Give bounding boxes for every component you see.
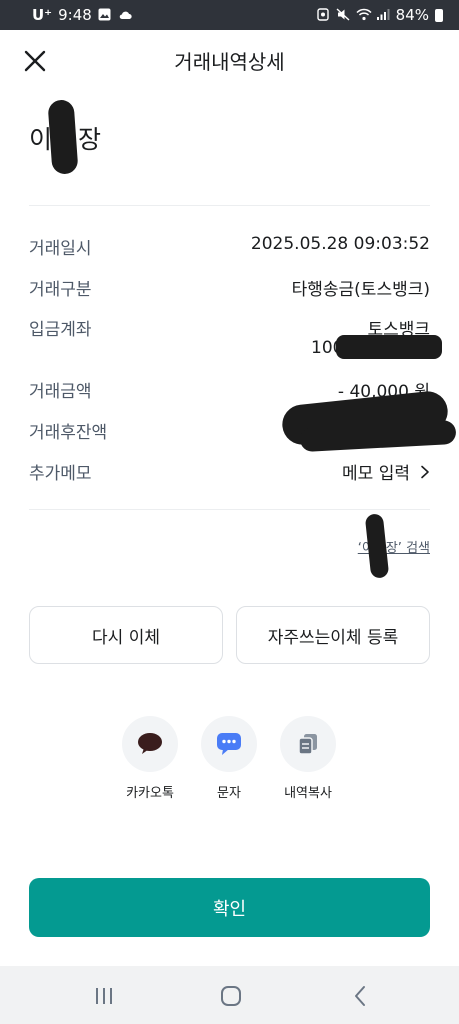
detail-label: 거래금액 [29, 382, 92, 402]
chevron-right-icon [421, 465, 429, 478]
detail-label: 거래일시 [29, 239, 92, 259]
detail-label: 추가메모 [29, 464, 92, 484]
page-title: 거래내역상세 [174, 50, 285, 74]
carrier-label: U⁺ [32, 6, 53, 24]
share-icon-circle [280, 716, 336, 772]
detail-label: 입금계좌 [29, 320, 92, 340]
message-icon [217, 733, 241, 755]
system-nav-bar [0, 966, 459, 1024]
mute-icon [336, 8, 350, 22]
redaction-mark [336, 335, 442, 359]
status-right: 84% [316, 6, 443, 24]
battery-percent: 84% [395, 6, 429, 24]
memo-input-link[interactable]: 메모 입력 [342, 459, 430, 484]
signal-icon [376, 8, 390, 22]
clock: 9:48 [58, 6, 92, 24]
recent-apps-button[interactable] [92, 984, 116, 1008]
security-icon [316, 8, 330, 22]
retransfer-label: 다시 이체 [92, 627, 160, 648]
recent-apps-icon [96, 988, 112, 1004]
cloud-icon [118, 8, 132, 22]
detail-value: 타행송금(토스뱅크) [291, 280, 430, 300]
register-frequent-button[interactable]: 자주쓰는이체 등록 [236, 606, 430, 664]
share-label: 카카오톡 [126, 786, 174, 801]
share-label: 내역복사 [284, 786, 332, 801]
confirm-label: 확인 [212, 898, 247, 920]
gallery-icon [98, 8, 112, 22]
redaction-mark [364, 513, 390, 579]
speech-bubble-icon [138, 733, 162, 754]
home-button[interactable] [219, 984, 243, 1008]
back-icon [355, 986, 365, 1006]
detail-label: 거래구분 [29, 280, 92, 300]
share-sms-button[interactable]: 문자 [189, 716, 269, 801]
share-icon-circle [201, 716, 257, 772]
home-icon [221, 986, 241, 1006]
battery-icon [435, 8, 443, 22]
confirm-button[interactable]: 확인 [29, 878, 430, 937]
register-frequent-label: 자주쓰는이체 등록 [267, 627, 399, 648]
share-kakaotalk-button[interactable]: 카카오톡 [110, 716, 190, 801]
retransfer-button[interactable]: 다시 이체 [29, 606, 223, 664]
status-bar: U⁺ 9:48 84% [0, 0, 459, 30]
search-link-suffix: 장’ 검색 [385, 541, 430, 556]
detail-row-datetime: 거래일시 2025.05.28 09:03:52 [29, 234, 430, 259]
recipient-name-suffix: 장 [78, 125, 102, 154]
detail-label: 거래후잔액 [29, 423, 108, 443]
detail-row-type: 거래구분 타행송금(토스뱅크) [29, 275, 430, 300]
status-left: U⁺ 9:48 [32, 6, 132, 24]
back-button[interactable] [349, 984, 373, 1008]
wifi-icon [356, 8, 372, 22]
share-label: 문자 [217, 786, 241, 801]
share-icon-circle [122, 716, 178, 772]
detail-value: 2025.05.28 09:03:52 [250, 234, 430, 254]
share-copy-button[interactable]: 내역복사 [268, 716, 348, 801]
divider [29, 205, 430, 206]
copy-icon [298, 734, 317, 755]
redaction-mark [47, 99, 79, 175]
divider [29, 509, 430, 510]
header: 거래내역상세 [0, 30, 459, 90]
memo-input-label: 메모 입력 [342, 464, 410, 484]
detail-row-memo: 추가메모 메모 입력 [29, 459, 430, 484]
